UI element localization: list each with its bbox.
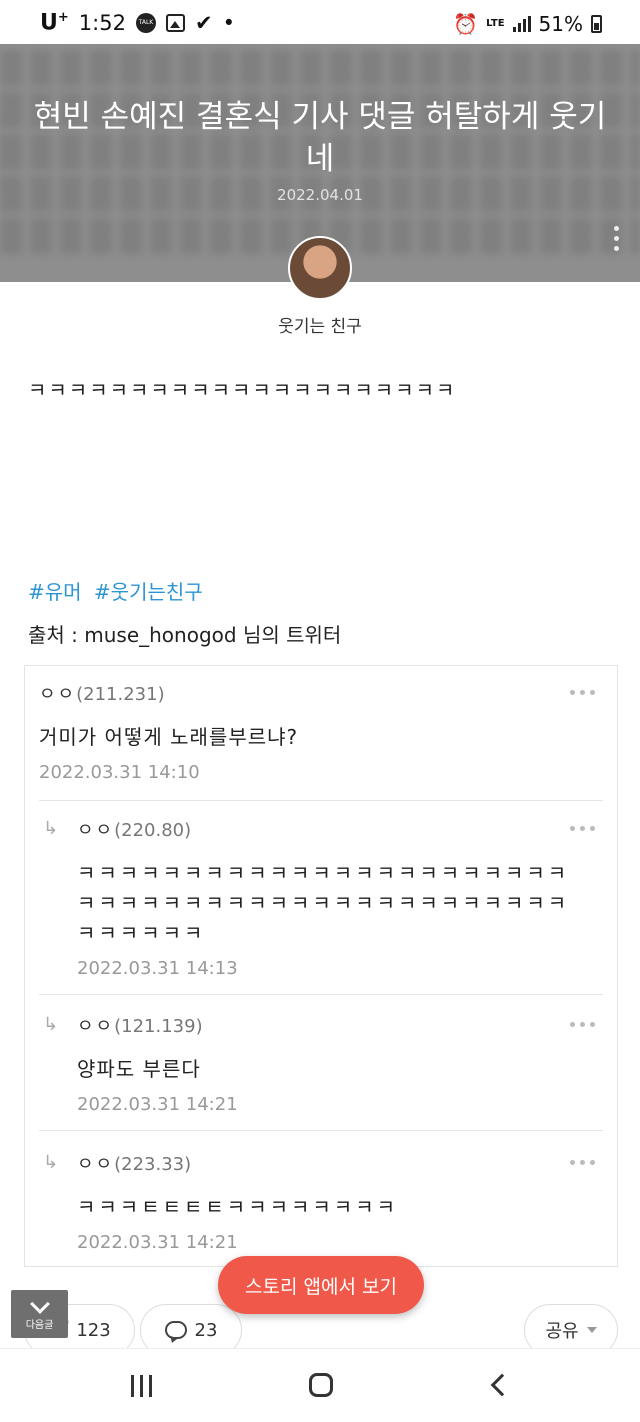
reply-arrow-icon: ↳ xyxy=(43,818,59,839)
comment-card: ㅇㅇ(211.231) 거미가 어떻게 노래를부르냐? 2022.03.31 1… xyxy=(24,665,618,1267)
dot-icon: • xyxy=(222,10,235,35)
author-avatar[interactable] xyxy=(288,236,352,300)
comment-text: ㅋㅋㅋㅋㅋㅋㅋㅋㅋㅋㅋㅋㅋㅋㅋㅋㅋㅋㅋㅋㅋㅋㅋㅋㅋㅋㅋㅋㅋㅋㅋㅋㅋㅋㅋㅋㅋㅋㅋㅋ… xyxy=(77,861,570,945)
post-body: ㅋㅋㅋㅋㅋㅋㅋㅋㅋㅋㅋㅋㅋㅋㅋㅋㅋㅋㅋㅋㅋ xyxy=(28,378,457,402)
gallery-icon xyxy=(165,13,185,32)
kakaotalk-icon: TALK xyxy=(135,12,156,33)
reply-item: ↳ ㅇㅇ(223.33) ㅋㅋㅋㅌㅌㅌㅌㅋㅋㅋㅋㅋㅋㅋㅋ 2022.03.31 … xyxy=(39,1150,603,1253)
comment-author: ㅇㅇ(220.80) xyxy=(77,820,192,841)
like-count: 123 xyxy=(76,1319,111,1341)
comment-text: ㅋㅋㅋㅌㅌㅌㅌㅋㅋㅋㅋㅋㅋㅋㅋ xyxy=(77,1195,398,1219)
comment-more-icon[interactable] xyxy=(570,1022,595,1027)
battery-icon xyxy=(591,15,602,33)
lte-icon: LTE xyxy=(486,18,505,29)
home-icon[interactable] xyxy=(309,1373,333,1397)
battery-percent: 51% xyxy=(538,12,583,36)
signal-icon xyxy=(512,16,531,32)
clock: 1:52 xyxy=(78,10,126,35)
comment-time: 2022.03.31 14:13 xyxy=(77,958,238,979)
next-post-label: 다음글 xyxy=(25,1320,54,1331)
comment-time: 2022.03.31 14:21 xyxy=(77,1232,238,1253)
reply-item: ↳ ㅇㅇ(220.80) ㅋㅋㅋㅋㅋㅋㅋㅋㅋㅋㅋㅋㅋㅋㅋㅋㅋㅋㅋㅋㅋㅋㅋㅋㅋㅋㅋ… xyxy=(39,816,603,979)
carrier-label: U+ xyxy=(40,10,69,36)
chevron-down-icon xyxy=(29,1294,50,1314)
comment-text: 거미가 어떻게 노래를부르냐? xyxy=(39,725,299,749)
share-label: 공유 xyxy=(545,1321,579,1342)
comment-time: 2022.03.31 14:10 xyxy=(39,762,200,783)
tag-funny-friend[interactable]: #웃기는친구 xyxy=(94,580,203,604)
comment-divider xyxy=(39,800,603,801)
comment-divider xyxy=(39,1130,603,1131)
alarm-icon: ⏰ xyxy=(453,12,479,36)
status-bar: U+ 1:52 TALK ✔ • ⏰ LTE 51% xyxy=(0,0,640,44)
more-options-icon[interactable] xyxy=(614,226,620,256)
comment-divider xyxy=(39,994,603,995)
tag-humor[interactable]: #유머 xyxy=(28,580,82,604)
comment-count: 23 xyxy=(194,1319,218,1341)
comment-more-icon[interactable] xyxy=(570,826,595,831)
comment-text: 양파도 부른다 xyxy=(77,1057,201,1081)
reply-item: ↳ ㅇㅇ(121.139) 양파도 부른다 2022.03.31 14:21 xyxy=(39,1012,603,1115)
comment-more-icon[interactable] xyxy=(570,1160,595,1165)
next-post-button[interactable]: 다음글 xyxy=(11,1290,68,1338)
post-title: 현빈 손예진 결혼식 기사 댓글 허탈하게 웃기네 xyxy=(33,99,607,177)
tag-list: #유머 #웃기는친구 xyxy=(28,576,209,605)
comment-time: 2022.03.31 14:21 xyxy=(77,1094,238,1115)
reply-arrow-icon: ↳ xyxy=(43,1014,59,1035)
author-name[interactable]: 웃기는 친구 xyxy=(0,312,640,337)
check-icon: ✔ xyxy=(194,10,213,35)
caret-down-icon xyxy=(586,1327,597,1333)
comment-more-icon[interactable] xyxy=(570,690,595,695)
post-source: 출처 : muse_honogod 님의 트위터 xyxy=(28,623,342,647)
open-in-app-button[interactable]: 스토리 앱에서 보기 xyxy=(218,1256,424,1314)
system-nav-bar xyxy=(0,1348,640,1422)
post-date: 2022.04.01 xyxy=(277,186,363,204)
reply-arrow-icon: ↳ xyxy=(43,1152,59,1173)
comment-item: ㅇㅇ(211.231) 거미가 어떻게 노래를부르냐? 2022.03.31 1… xyxy=(39,680,603,783)
back-icon[interactable] xyxy=(490,1373,514,1397)
comment-author: ㅇㅇ(223.33) xyxy=(77,1154,192,1175)
comment-author: ㅇㅇ(121.139) xyxy=(77,1016,203,1037)
comment-author: ㅇㅇ(211.231) xyxy=(39,684,165,705)
comment-icon xyxy=(164,1321,187,1339)
recent-apps-icon[interactable] xyxy=(131,1375,152,1397)
